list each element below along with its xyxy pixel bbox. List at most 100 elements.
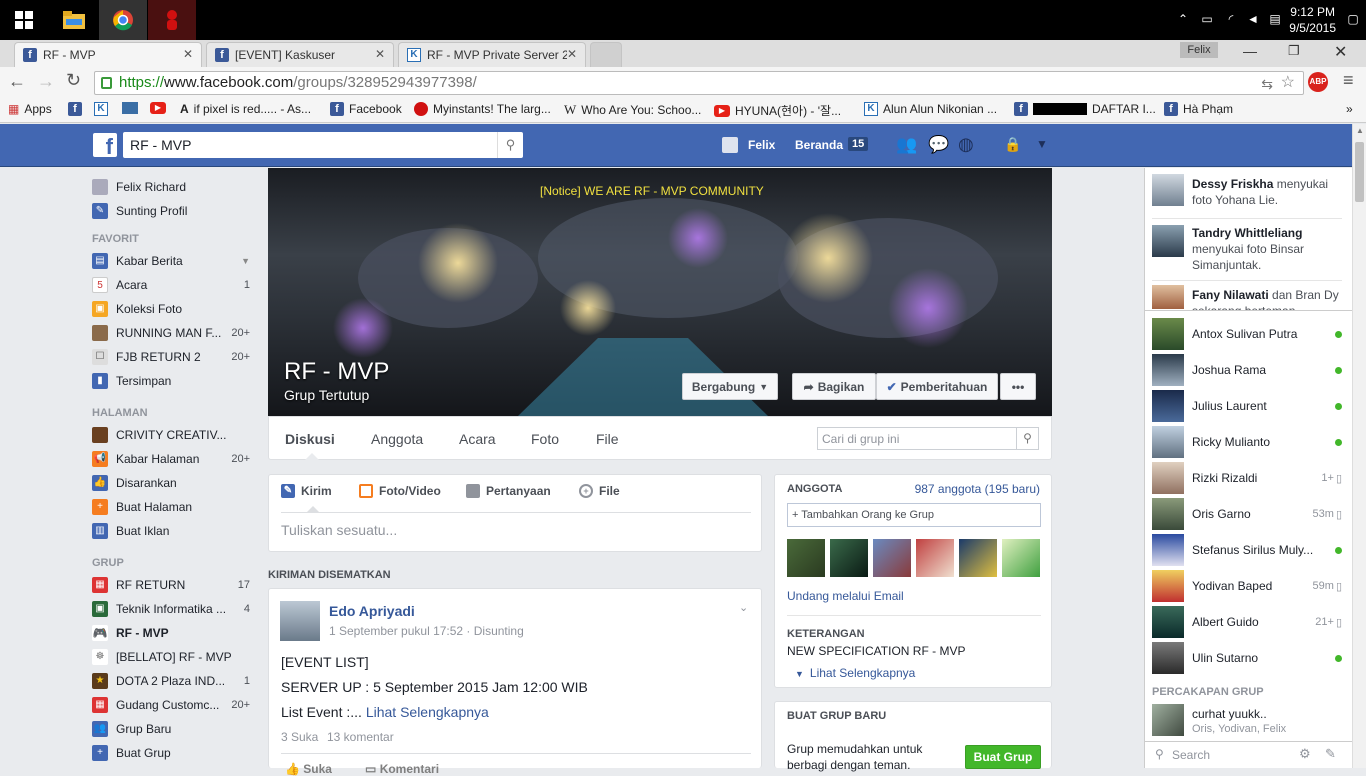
translate-icon[interactable]: ⇆ (1261, 73, 1273, 95)
bookmark-item[interactable] (122, 102, 138, 114)
facebook-search-input[interactable]: RF - MVP ⚲ (123, 132, 523, 158)
post-author[interactable]: Edo Apriyadi (329, 603, 415, 619)
address-bar[interactable]: https://www.facebook.com/groups/32895294… (94, 71, 1304, 95)
close-icon[interactable]: ✕ (183, 47, 193, 61)
nav-profile[interactable]: Felix Richard (92, 177, 250, 197)
close-icon[interactable]: ✕ (567, 47, 577, 61)
see-more-link[interactable]: Lihat Selengkapnya (366, 704, 489, 720)
notifications-globe-icon[interactable]: ◍ (958, 134, 974, 155)
forward-icon[interactable]: → (37, 71, 55, 92)
close-icon[interactable]: ✕ (375, 47, 385, 61)
bookmark-apps[interactable]: ▦ Apps (8, 102, 52, 116)
nav-group-rf-return[interactable]: ▦ RF RETURN 17 (92, 575, 250, 595)
notification-icon[interactable]: ▢ (1346, 12, 1360, 26)
chat-contact[interactable]: Yodivan Baped 59m ▯ (1152, 568, 1342, 604)
avatar[interactable] (1152, 174, 1184, 206)
volume-icon[interactable]: ◄ (1246, 12, 1260, 26)
nav-edit-profile[interactable]: ✎ Sunting Profil (92, 201, 250, 221)
star-icon[interactable]: ☆ (1281, 72, 1295, 94)
bookmark-facebook[interactable]: f (68, 102, 82, 116)
restore-icon[interactable]: ❐ (1288, 43, 1300, 59)
avatar[interactable] (1152, 704, 1184, 736)
chevron-down-icon[interactable]: ▼ (241, 256, 250, 266)
profile-badge[interactable]: Felix (1180, 42, 1218, 58)
chat-contact[interactable]: Antox Sulivan Putra (1152, 316, 1342, 352)
bookmark-hyuna[interactable]: ▶ HYUNA(현아) - '잘... (714, 102, 841, 119)
composer-tab-file[interactable]: + File (579, 484, 620, 498)
chat-contact[interactable]: Oris Garno 53m ▯ (1152, 496, 1342, 532)
back-icon[interactable]: ← (8, 71, 26, 92)
nav-page-crivity[interactable]: CRIVITY CREATIV... (92, 425, 250, 445)
search-icon[interactable]: ⚲ (497, 132, 523, 158)
game-app-icon[interactable] (148, 0, 196, 40)
bookmark-ask[interactable]: Aif pixel is red..... - As... (180, 102, 311, 116)
chat-contact[interactable]: Joshua Rama (1152, 352, 1342, 388)
nav-group-gudang[interactable]: ▦ Gudang Customc... 20+ (92, 695, 250, 715)
friend-requests-icon[interactable]: 👥 (896, 135, 917, 155)
chat-contact[interactable]: Stefanus Sirilus Muly... (1152, 532, 1342, 568)
composer-input[interactable]: Tuliskan sesuatu... (281, 522, 397, 538)
chrome-icon[interactable] (99, 0, 147, 40)
menu-icon[interactable]: ≡ (1343, 70, 1354, 91)
facebook-logo-icon[interactable]: f (93, 133, 117, 159)
tab-discussion[interactable]: Diskusi (285, 431, 335, 447)
compose-icon[interactable]: ✎ (1325, 746, 1336, 762)
clock[interactable]: 9:12 PM 9/5/2015 (1289, 4, 1336, 36)
battery-icon[interactable]: ▭ (1200, 12, 1214, 26)
more-bookmarks-icon[interactable]: » (1346, 102, 1353, 116)
scroll-up-icon[interactable]: ▲ (1356, 126, 1364, 135)
keyboard-icon[interactable]: ▤ (1268, 12, 1282, 26)
window-close-icon[interactable]: ✕ (1334, 42, 1347, 62)
nav-news-feed[interactable]: ▤ Kabar Berita ▼ (92, 251, 250, 271)
tab-rf-mvp[interactable]: f RF - MVP ✕ (14, 42, 202, 67)
privacy-lock-icon[interactable]: 🔒 (1004, 136, 1021, 153)
avatar[interactable] (722, 137, 738, 153)
invite-email-link[interactable]: Undang melalui Email (787, 589, 904, 603)
nav-fjb-return[interactable]: ☐ FJB RETURN 2 20+ (92, 347, 250, 367)
account-menu-chevron-down-icon[interactable]: ▼ (1036, 137, 1048, 151)
join-group-button[interactable]: Bergabung ▼ (682, 373, 778, 400)
chat-contact[interactable]: Ulin Sutarno (1152, 640, 1342, 676)
chat-contact[interactable]: Albert Guido 21+ ▯ (1152, 604, 1342, 640)
nav-running-man[interactable]: RUNNING MAN F... 20+ (92, 323, 250, 343)
add-members-input[interactable]: + Tambahkan Orang ke Grup (787, 503, 1041, 527)
avatar[interactable] (280, 601, 320, 641)
post-likes-count[interactable]: 3 Suka (281, 730, 318, 744)
tab-members[interactable]: Anggota (371, 431, 423, 447)
post-menu-chevron-down-icon[interactable]: ⌄ (739, 601, 748, 614)
member-avatar[interactable] (916, 539, 954, 577)
chat-search-bar[interactable]: ⚲ Search ⚙ ✎ (1144, 741, 1352, 768)
nav-events[interactable]: 5 Acara 1 (92, 275, 250, 295)
chat-contact[interactable]: Rizki Rizaldi 1+ ▯ (1152, 460, 1342, 496)
minimize-icon[interactable]: — (1243, 43, 1257, 59)
bookmark-myinstants[interactable]: Myinstants! The larg... (414, 102, 551, 116)
tab-events[interactable]: Acara (459, 431, 496, 447)
nav-create-ad[interactable]: ▥ Buat Iklan (92, 521, 250, 541)
bookmark-youtube[interactable]: ▶ (150, 102, 166, 114)
member-avatar[interactable] (1002, 539, 1040, 577)
composer-tab-post[interactable]: ✎ Kirim (281, 484, 332, 498)
nav-pages-feed[interactable]: 📢 Kabar Halaman 20+ (92, 449, 250, 469)
ticker-story[interactable]: Dessy Friskha menyukai foto Yohana Lie. (1192, 176, 1342, 208)
like-button[interactable]: 👍 Suka (285, 762, 332, 776)
members-count-link[interactable]: 987 anggota (195 baru) (915, 482, 1040, 496)
description-see-more[interactable]: ▼ Lihat Selengkapnya (795, 666, 915, 680)
tab-rf-private-server[interactable]: K RF - MVP Private Server 2… ✕ (398, 42, 586, 67)
header-user-name[interactable]: Felix (748, 138, 775, 152)
reload-icon[interactable]: ↻ (66, 70, 81, 91)
chat-search-input[interactable]: Search (1172, 748, 1210, 762)
more-options-button[interactable]: ••• (1000, 373, 1036, 400)
bookmark-daftar[interactable]: f DAFTAR I... (1014, 102, 1156, 116)
avatar[interactable] (1152, 225, 1184, 257)
scrollbar-thumb[interactable] (1355, 142, 1364, 202)
new-tab-button[interactable] (590, 42, 622, 67)
messages-icon[interactable]: 💬 (928, 135, 949, 155)
page-scrollbar[interactable]: ▲ (1352, 124, 1366, 768)
nav-photos[interactable]: ▣ Koleksi Foto (92, 299, 250, 319)
create-group-button[interactable]: Buat Grup (965, 745, 1041, 769)
post-meta[interactable]: 1 September pukul 17:52 · Disunting (329, 624, 524, 638)
chat-contact[interactable]: Julius Laurent (1152, 388, 1342, 424)
chevron-up-icon[interactable]: ⌃ (1176, 12, 1190, 26)
member-avatar[interactable] (873, 539, 911, 577)
nav-group-bellato[interactable]: ☸ [BELLATO] RF - MVP (92, 647, 250, 667)
